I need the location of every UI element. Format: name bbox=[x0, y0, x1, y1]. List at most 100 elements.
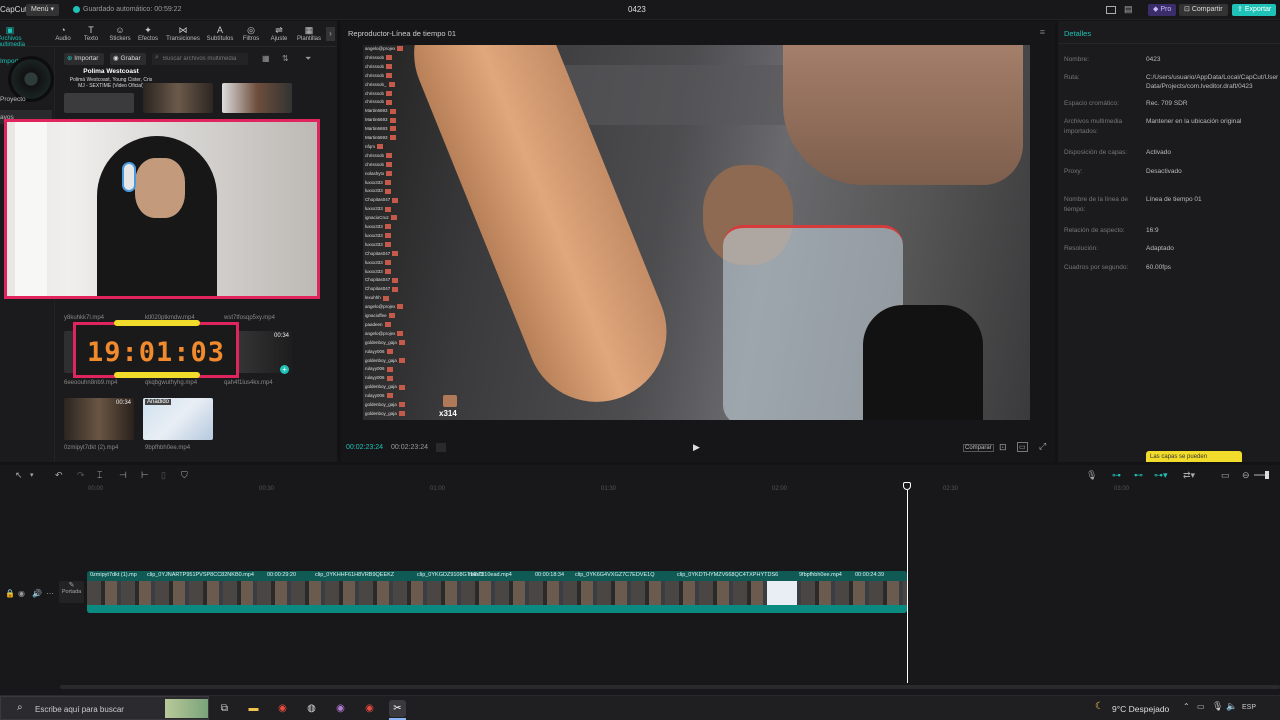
redo-icon[interactable]: ↷ bbox=[77, 470, 85, 481]
chat-message: Martin6693 bbox=[365, 125, 413, 133]
tab-adjust[interactable]: ⇌ Ajuste bbox=[265, 24, 293, 42]
media-thumb[interactable] bbox=[222, 83, 292, 113]
fullscreen-icon[interactable]: ⤢ bbox=[1039, 441, 1046, 452]
chrome-icon[interactable]: ◉ bbox=[274, 700, 291, 717]
timeline-scrollbar[interactable] bbox=[60, 685, 1280, 689]
track-more-icon[interactable]: ⋯ bbox=[46, 589, 54, 598]
filter-icon[interactable]: ⏷ bbox=[305, 54, 311, 64]
chat-emote-icon bbox=[392, 197, 399, 203]
delete-icon[interactable]: ▯ bbox=[161, 470, 166, 481]
tab-audio[interactable]: ◔ Audio bbox=[49, 24, 77, 42]
file-explorer-icon[interactable]: ▬ bbox=[245, 700, 262, 717]
tab-media[interactable]: ▣Archivos multimedia bbox=[0, 24, 25, 48]
tray-language[interactable]: ESP bbox=[1242, 704, 1256, 711]
chat-message: chrisssob bbox=[365, 72, 413, 80]
capcut-taskbar-icon[interactable]: ✂ bbox=[389, 700, 406, 717]
tab-filters-label: Filtros bbox=[242, 36, 260, 42]
chat-username: luxxx333 bbox=[365, 224, 383, 229]
obs-icon[interactable]: ◍ bbox=[303, 700, 320, 717]
shield-icon[interactable]: ⛉ bbox=[181, 470, 188, 481]
media-thumb[interactable]: Añadido bbox=[143, 398, 213, 440]
chat-emote-icon bbox=[397, 331, 404, 337]
layers-tooltip[interactable]: Las capas se pueden bbox=[1146, 451, 1242, 462]
clip-label: 9fbpfhbh0ee.mp4 bbox=[799, 572, 842, 578]
webcam-overlay bbox=[4, 119, 320, 299]
chat-emote-icon bbox=[398, 411, 405, 417]
tabs-more-button[interactable]: › bbox=[326, 27, 335, 41]
tray-mic-icon[interactable]: 🎙 bbox=[1212, 701, 1223, 712]
layout-icon[interactable] bbox=[1106, 6, 1116, 14]
menu-button[interactable]: Menú ▾ bbox=[26, 4, 59, 16]
zoom-out-icon[interactable]: ⊖ bbox=[1242, 470, 1250, 481]
main-video-track[interactable]: 0zmipyt7dkt (1).mp clip_0YJNARTP951PVSP8C… bbox=[87, 571, 907, 613]
lock-icon[interactable]: 🔒 bbox=[5, 589, 15, 598]
player-menu-icon[interactable]: ≡ bbox=[1040, 27, 1045, 37]
app-icon[interactable]: ◉ bbox=[332, 700, 349, 717]
link-icon[interactable]: ⊷ bbox=[1134, 470, 1143, 481]
media-thumb[interactable] bbox=[143, 83, 213, 113]
preview-axis-icon[interactable]: ⊶▾ bbox=[1154, 470, 1168, 481]
chat-username: luxxx333 bbox=[365, 206, 383, 212]
tray-network-icon[interactable]: ▭ bbox=[1197, 702, 1205, 711]
ratio-icon[interactable]: ▭ bbox=[1017, 442, 1028, 452]
media-thumb[interactable] bbox=[64, 93, 134, 113]
chat-username: Chopitas047 bbox=[365, 277, 391, 283]
media-search-box[interactable]: ⌕ bbox=[152, 53, 248, 65]
timecode-format-icon[interactable] bbox=[436, 443, 446, 452]
eye-icon[interactable]: ◉ bbox=[18, 589, 25, 598]
magnet-icon[interactable]: ⊶ bbox=[1112, 470, 1121, 481]
mic-icon[interactable]: 🎙 bbox=[1086, 470, 1097, 481]
share-button[interactable]: ⊡ Compartir bbox=[1179, 4, 1228, 16]
chat-message: Chopitas047 bbox=[365, 196, 413, 204]
add-to-timeline-icon[interactable]: + bbox=[280, 365, 289, 374]
chrome-profile-icon[interactable]: ◉ bbox=[361, 700, 378, 717]
chat-message: goldenboy_gaja bbox=[365, 339, 413, 347]
media-panel: ▣Archivos multimedia ◔Audio TTexto ☺Stic… bbox=[0, 21, 337, 462]
pro-badge[interactable]: ◆ Pro bbox=[1148, 4, 1177, 16]
record-button[interactable]: ◉ Grabar bbox=[110, 53, 146, 65]
tab-filters[interactable]: ◎ Filtros bbox=[237, 24, 265, 42]
fit-timeline-icon[interactable]: ▭ bbox=[1221, 470, 1230, 481]
tab-stickers[interactable]: ☺ Stickers bbox=[106, 24, 134, 42]
undo-icon[interactable]: ↶ bbox=[55, 470, 63, 481]
chat-emote-icon bbox=[392, 251, 399, 256]
chat-emote-icon bbox=[386, 162, 393, 167]
play-button[interactable]: ▶ bbox=[693, 442, 700, 453]
sidebar-item-project[interactable]: Proyecto bbox=[0, 96, 26, 103]
tab-effects[interactable]: ✦ Efectos bbox=[134, 24, 162, 42]
compare-button[interactable]: Comparar bbox=[963, 444, 994, 452]
split-icon[interactable]: ⌶ bbox=[97, 470, 102, 481]
tab-subtitles[interactable]: A Subtítulos bbox=[204, 24, 236, 42]
sort-icon[interactable]: ⇅ bbox=[282, 54, 289, 63]
tab-text[interactable]: T Texto bbox=[77, 24, 105, 42]
align-icon[interactable]: ⇄▾ bbox=[1183, 470, 1195, 481]
tab-transitions[interactable]: ⋈ Transiciones bbox=[166, 24, 200, 42]
tab-templates[interactable]: ▦ Plantillas bbox=[294, 24, 324, 42]
split-left-icon[interactable]: ⊣ bbox=[119, 470, 127, 481]
playhead-handle[interactable] bbox=[903, 482, 911, 490]
grid-view-icon[interactable]: ▦ bbox=[262, 54, 270, 63]
tray-chevron-icon[interactable]: ⌃ bbox=[1183, 702, 1190, 711]
cover-button[interactable]: ✎ Portada bbox=[59, 581, 84, 603]
split-right-icon[interactable]: ⊢ bbox=[141, 470, 149, 481]
video-preview[interactable] bbox=[363, 45, 1030, 420]
tray-volume-icon[interactable]: 🔈 bbox=[1226, 701, 1237, 712]
task-view-icon[interactable]: ⧉ bbox=[216, 700, 233, 717]
fit-icon[interactable]: ⊡ bbox=[999, 442, 1007, 453]
detail-label: Espacio cromático: bbox=[1064, 100, 1119, 107]
taskbar-search[interactable]: ⌕ Escribe aquí para buscar bbox=[0, 696, 209, 720]
chat-emote-icon bbox=[398, 402, 405, 408]
select-tool-dropdown-icon[interactable]: ▾ bbox=[30, 471, 34, 479]
zoom-slider-handle[interactable] bbox=[1265, 471, 1269, 479]
select-tool-icon[interactable]: ↖ bbox=[15, 470, 23, 481]
media-search-input[interactable] bbox=[163, 54, 245, 64]
audio-mute-icon[interactable]: 🔊 bbox=[32, 589, 42, 598]
chat-message: goldenboy_gaja bbox=[365, 357, 413, 365]
import-button[interactable]: ⊕ Importar bbox=[64, 53, 104, 65]
media-thumb[interactable]: 00:34 bbox=[64, 398, 134, 440]
chat-emote-icon bbox=[386, 55, 393, 61]
ruler-tick-label: 01:00 bbox=[430, 486, 446, 492]
chat-message: goldenboy_gaja bbox=[365, 383, 413, 391]
settings-icon[interactable]: ▤ bbox=[1124, 4, 1133, 15]
export-button[interactable]: ⇪ Exportar bbox=[1232, 4, 1277, 16]
